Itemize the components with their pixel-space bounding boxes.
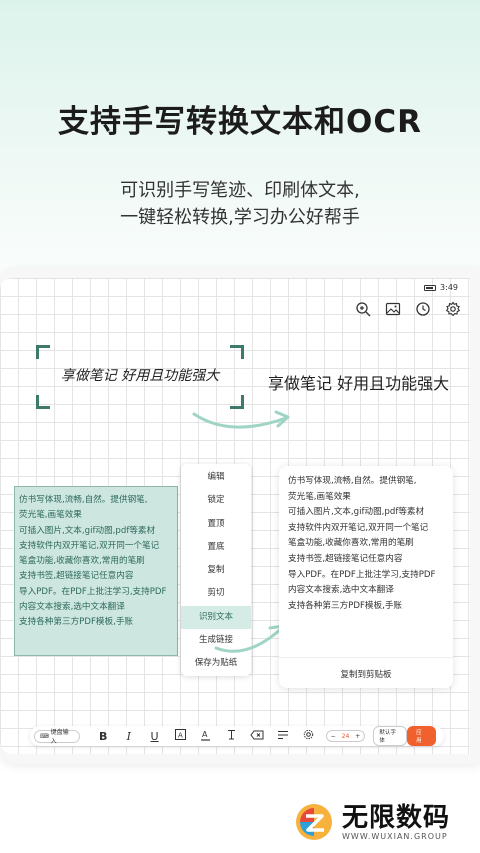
top-toolbar: [354, 300, 462, 318]
clear-format-icon[interactable]: [245, 730, 271, 743]
context-menu-item[interactable]: 编辑: [181, 466, 251, 489]
keyboard-input-label: 键盘输入: [50, 729, 69, 745]
text-format-toolbar: ⌨ 键盘输入 B I U A A − 24 + 默认字体 应用: [30, 726, 444, 746]
note-text-line: 支持软件内双开笔记,双开同一个笔记: [19, 540, 160, 551]
keyboard-icon: ⌨: [40, 732, 49, 740]
hero-title: 支持手写转换文本和OCR: [58, 104, 422, 140]
note-text-line: 导入PDF。在PDF上批注学习,支持PDF: [19, 586, 167, 597]
paragraph-icon[interactable]: [270, 730, 296, 743]
note-text-line: 荧光笔,画笔效果: [19, 510, 82, 521]
watermark-url: WWW.WUXIAN.GROUP: [342, 831, 448, 841]
increase-icon[interactable]: +: [355, 733, 360, 740]
apply-button[interactable]: 应用: [407, 726, 436, 746]
gear-icon[interactable]: [444, 300, 462, 318]
hero-subtitle-line1: 可识别手写笔迹、印刷体文本,: [120, 180, 360, 201]
context-menu-item[interactable]: 剪切: [181, 582, 251, 605]
handwritten-text: 享做笔记 好用且功能强大: [60, 368, 220, 384]
ocr-text-line: 仿书写体现,流畅,自然。提供钢笔,: [288, 476, 417, 486]
note-text-line: 支持各种第三方PDF模板,手账: [19, 617, 134, 628]
ocr-text-line: 荧光笔,画笔效果: [288, 491, 351, 502]
note-text-line: 笔盒功能,收藏你喜欢,常用的笔刷: [19, 556, 145, 567]
ocr-text-line: 导入PDF。在PDF上批注学习,支持PDF: [288, 569, 436, 580]
battery-icon: [424, 284, 437, 291]
svg-text:A: A: [202, 730, 208, 739]
font-size-value: 24: [341, 732, 350, 740]
note-text-line: 支持书签,超链接笔记任意内容: [19, 571, 134, 582]
corner-marker: [230, 345, 244, 359]
ocr-result-card: 仿书写体现,流畅,自然。提供钢笔, 荧光笔,画笔效果可插入图片,文本,gif动图,…: [279, 466, 453, 688]
text-color-icon[interactable]: A: [193, 729, 219, 744]
logo-icon: [296, 804, 332, 840]
context-menu-item[interactable]: 复制: [181, 559, 251, 582]
ocr-text-line: 支持书签,超链接笔记任意内容: [288, 553, 403, 564]
watermark-name: 无限数码: [342, 802, 451, 833]
watermark-logo: 无限数码 WWW.WUXIAN.GROUP: [292, 800, 450, 844]
context-menu-item[interactable]: 置底: [181, 536, 251, 559]
strikethrough-icon[interactable]: [219, 729, 245, 743]
context-menu-item[interactable]: 锁定: [181, 489, 251, 512]
font-select-button[interactable]: 默认字体: [373, 726, 408, 746]
selected-handwriting-note[interactable]: 仿书写体现,流畅,自然。提供钢笔, 荧光笔,画笔效果可插入图片,文本,gif动图,…: [14, 486, 178, 656]
decrease-icon[interactable]: −: [331, 733, 336, 740]
svg-text:A: A: [178, 732, 183, 740]
ocr-text-line: 笔盒功能,收藏你喜欢,常用的笔刷: [288, 538, 414, 549]
status-bar: 3:49: [424, 283, 458, 292]
ocr-text-line: 内容文本搜索,选中文本翻译: [288, 585, 394, 596]
corner-marker: [36, 395, 50, 409]
context-menu-item[interactable]: 置顶: [181, 513, 251, 536]
ocr-text-line: 支持软件内双开笔记,双开同一个笔记: [288, 522, 429, 533]
clock-icon[interactable]: [414, 300, 432, 318]
font-size-stepper[interactable]: − 24 +: [325, 730, 366, 742]
ocr-result-text[interactable]: 仿书写体现,流畅,自然。提供钢笔, 荧光笔,画笔效果可插入图片,文本,gif动图,…: [279, 466, 453, 646]
note-text-line: 内容文本搜索,选中文本翻译: [19, 602, 125, 613]
converted-text: 享做笔记 好用且功能强大: [268, 374, 450, 393]
ocr-text-line: 可插入图片,文本,gif动图,pdf等素材: [288, 507, 425, 518]
copy-to-clipboard-button[interactable]: 复制到剪贴板: [279, 657, 453, 680]
status-time: 3:49: [440, 283, 458, 292]
note-canvas[interactable]: 3:49 享做笔记 好用且功能强大 享做笔记 好用且功能强大 仿书写体现,流畅,…: [0, 278, 470, 754]
text-box-icon[interactable]: A: [167, 729, 193, 743]
underline-button[interactable]: U: [142, 730, 168, 743]
bold-button[interactable]: B: [90, 730, 116, 743]
image-icon[interactable]: [384, 300, 402, 318]
settings-icon[interactable]: [296, 729, 322, 743]
note-text-line: 可插入图片,文本,gif动图,pdf等素材: [19, 525, 156, 536]
note-text-line: 仿书写体现,流畅,自然。提供钢笔,: [19, 495, 148, 505]
ocr-text-line: 支持各种第三方PDF模板,手账: [288, 600, 403, 611]
italic-button[interactable]: I: [116, 730, 142, 743]
convert-arrow-icon: [192, 410, 290, 429]
hero-subtitle-line2: 一键轻松转换,学习办公好帮手: [120, 207, 360, 228]
corner-marker: [36, 345, 50, 359]
zoom-icon[interactable]: [354, 300, 372, 318]
keyboard-input-button[interactable]: ⌨ 键盘输入: [34, 729, 81, 745]
